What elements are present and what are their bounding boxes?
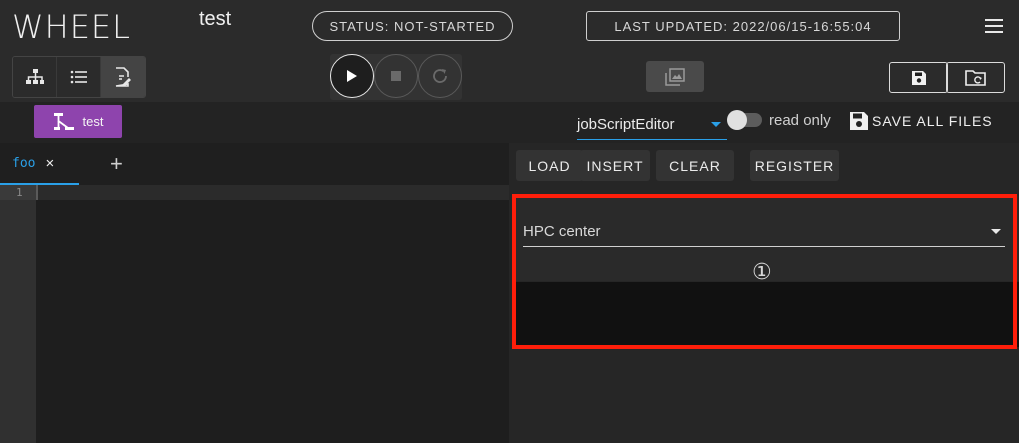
stop-icon [391,71,401,81]
stop-button[interactable] [374,54,418,98]
view-switcher [12,56,146,98]
floppy-icon [850,112,868,130]
image-gallery-button[interactable] [646,61,704,92]
save-all-files-label: SAVE ALL FILES [872,113,993,129]
tab-foo[interactable]: foo × [0,143,79,185]
insert-button[interactable]: INSERT [580,150,650,181]
editor-mode-value: jobScriptEditor [577,116,675,133]
caret-down-icon [711,122,721,127]
editor-view-button[interactable] [101,57,145,97]
clear-button[interactable]: CLEAR [656,150,734,181]
add-tab-button[interactable]: + [110,151,123,177]
breadcrumb-item[interactable]: test [34,105,122,138]
graph-view-button[interactable] [13,57,57,97]
project-name: test [199,8,232,30]
refresh-icon [433,69,447,83]
read-only-label: read only [769,112,831,129]
breadcrumb: test jobScriptEditor read only SAVE ALL … [0,102,1019,143]
line-gutter: 1 [0,185,36,443]
status-badge: STATUS: NOT-STARTED [312,11,513,41]
list-icon [70,70,87,84]
sitemap-icon [25,69,44,84]
file-edit-icon [115,67,131,87]
workflow-icon [53,112,74,130]
last-updated-badge: LAST UPDATED: 2022/06/15-16:55:04 [586,11,900,41]
floppy-icon [911,70,926,85]
run-button[interactable] [330,54,374,98]
app-title: WHEEL [12,8,131,46]
app-header: WHEEL test STATUS: NOT-STARTED LAST UPDA… [0,0,1019,102]
load-button[interactable]: LOAD [516,150,583,181]
close-icon[interactable]: × [45,155,54,172]
line-number: 1 [16,186,23,199]
job-script-panel: LOAD INSERT CLEAR REGISTER HPC center ① [509,143,1019,443]
reset-button[interactable] [418,54,462,98]
code-editor: foo × + 1 [0,143,509,443]
editor-mode-select[interactable]: jobScriptEditor [577,112,727,140]
list-view-button[interactable] [57,57,101,97]
save-all-files-button[interactable]: SAVE ALL FILES [848,108,993,134]
code-text-area[interactable] [36,185,509,443]
save-button[interactable] [889,62,948,93]
breadcrumb-label: test [82,114,104,129]
folder-refresh-icon [964,69,986,86]
file-tabs: foo × + [0,143,509,185]
tab-label: foo [12,155,36,171]
image-icon [665,67,685,86]
play-icon [347,70,357,82]
read-only-toggle[interactable] [727,110,762,130]
register-button[interactable]: REGISTER [750,150,839,181]
revert-button[interactable] [946,62,1005,93]
highlight-box [512,194,1017,349]
run-controls [330,54,462,100]
menu-icon[interactable] [984,17,1004,35]
